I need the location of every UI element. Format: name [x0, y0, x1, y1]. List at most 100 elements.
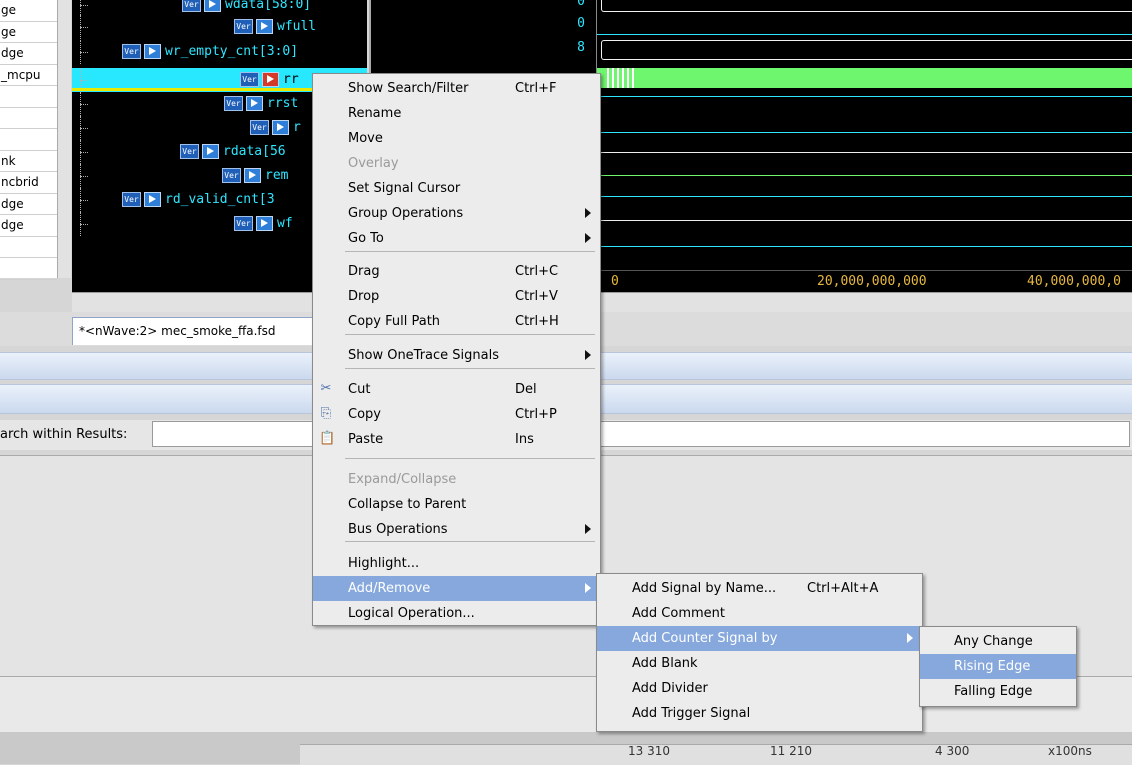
add-remove-submenu: Add Signal by Name... Ctrl+Alt+A Add Comme…	[596, 573, 923, 732]
instance-list-item[interactable]: ge	[0, 22, 57, 43]
context-menu-item[interactable]: Go To	[313, 226, 600, 251]
verilog-badge-icon: Ver	[222, 168, 241, 183]
submenu-arrow-icon	[585, 350, 591, 360]
context-menu-item[interactable]: Group Operations	[313, 201, 600, 226]
tree-line	[80, 152, 88, 153]
port-direction-icon	[244, 168, 261, 183]
submenu-arrow-icon	[907, 633, 913, 643]
context-menu-item[interactable]: Move	[313, 126, 600, 151]
signal-waveform	[597, 246, 1132, 247]
instance-list-item[interactable]	[0, 108, 57, 129]
signal-value: 0	[577, 16, 585, 31]
verilog-badge-icon: Ver	[234, 19, 253, 34]
context-menu-item[interactable]: Highlight...	[313, 551, 600, 576]
add-remove-menu-item[interactable]: Add Comment	[597, 601, 922, 626]
instance-list-item[interactable]: dge	[0, 194, 57, 215]
port-direction-icon	[246, 96, 263, 111]
menu-separator	[345, 251, 595, 252]
menu-item-label: Add Counter Signal by	[632, 631, 778, 646]
instance-list-item[interactable]	[0, 258, 57, 280]
port-direction-icon	[262, 72, 279, 87]
verilog-badge-icon: Ver	[234, 216, 253, 231]
add-remove-menu-item[interactable]: Add Signal by Name... Ctrl+Alt+A	[597, 576, 922, 601]
menu-item-label: Highlight...	[348, 556, 420, 571]
menu-item-label: Add Comment	[632, 606, 725, 621]
signal-value: 8	[577, 40, 585, 55]
signal-entry: Ver wf	[234, 216, 293, 231]
signal-entry: Ver wr_empty_cnt[3:0]	[122, 44, 298, 59]
instance-list-scrollbar[interactable]	[57, 0, 71, 278]
search-label: arch within Results:	[0, 427, 128, 442]
ruler-label: 20,000,000,000	[817, 274, 927, 289]
status-value: 11 210	[770, 744, 812, 758]
add-remove-menu-item[interactable]: Add Divider	[597, 676, 922, 701]
tab-nwave[interactable]: *<nWave:2> mec_smoke_ffa.fsd	[72, 317, 320, 345]
menu-item-label: Collapse to Parent	[348, 497, 467, 512]
signal-waveform	[597, 132, 1132, 133]
menu-item-label: Cut	[348, 382, 371, 397]
copy-icon: ⎘	[320, 406, 332, 421]
context-menu-item[interactable]: 📋 Paste Ins	[313, 427, 600, 452]
signal-entry: Ver rdata[56	[180, 144, 286, 159]
context-menu-item[interactable]: ⎘ Copy Ctrl+P	[313, 402, 600, 427]
status-value: 13 310	[628, 744, 670, 758]
instance-list-item[interactable]: ncbrid	[0, 172, 57, 194]
status-value: 4 300	[935, 744, 970, 758]
signal-name: rdata[56	[223, 144, 286, 159]
context-menu-item[interactable]: Copy Full Path Ctrl+H	[313, 309, 600, 334]
menu-item-label: Copy	[348, 407, 381, 422]
context-menu-item[interactable]: Rename	[313, 101, 600, 126]
menu-item-label: Paste	[348, 432, 384, 447]
search-input[interactable]	[152, 421, 1130, 447]
menu-item-label: Rising Edge	[954, 659, 1031, 674]
context-menu-item[interactable]: Drag Ctrl+C	[313, 259, 600, 284]
instance-list-item[interactable]: nk	[0, 151, 57, 172]
signal-entry: Ver rr	[240, 72, 299, 87]
signal-row[interactable]: Ver wfull	[72, 15, 367, 39]
menu-item-shortcut: Ctrl+H	[515, 314, 559, 329]
menu-item-label: Logical Operation...	[348, 606, 475, 621]
add-remove-menu-item[interactable]: Add Counter Signal by	[597, 626, 922, 651]
context-menu-item[interactable]: Add/Remove	[313, 576, 600, 601]
add-remove-menu-item[interactable]: Add Blank	[597, 651, 922, 676]
verilog-badge-icon: Ver	[240, 72, 259, 87]
instance-list-item[interactable]	[0, 129, 57, 151]
waveform-pane[interactable]: 0 20,000,000,000 40,000,000,0	[596, 0, 1132, 293]
signal-value: 0	[577, 0, 585, 9]
counter-menu-item[interactable]: Falling Edge	[920, 679, 1076, 704]
context-menu-item[interactable]: Logical Operation...	[313, 601, 600, 626]
menu-item-label: Show Search/Filter	[348, 81, 469, 96]
signal-waveform	[597, 152, 1132, 153]
menu-item-label: Overlay	[348, 156, 399, 171]
menu-item-label: Expand/Collapse	[348, 472, 457, 487]
instance-list-item[interactable]: ge	[0, 0, 57, 22]
verilog-badge-icon: Ver	[250, 120, 269, 135]
context-menu-item[interactable]: Set Signal Cursor	[313, 176, 600, 201]
verilog-badge-icon: Ver	[122, 44, 141, 59]
context-menu-item[interactable]: Collapse to Parent	[313, 492, 600, 517]
context-menu-item: Overlay	[313, 151, 600, 176]
signal-row[interactable]: Ver wr_empty_cnt[3:0]	[72, 40, 367, 64]
port-direction-icon	[144, 44, 161, 59]
counter-menu-item[interactable]: Rising Edge	[920, 654, 1076, 679]
instance-list-item[interactable]	[0, 86, 57, 108]
instance-list-item[interactable]: dge	[0, 43, 57, 65]
context-menu-item[interactable]: Show Search/Filter Ctrl+F	[313, 76, 600, 101]
context-menu: Show Search/Filter Ctrl+F Rename Move Overla…	[312, 73, 601, 626]
submenu-arrow-icon	[585, 583, 591, 593]
tree-line	[80, 104, 88, 105]
context-menu-item[interactable]: ✂ Cut Del	[313, 377, 600, 402]
menu-separator	[345, 458, 595, 459]
signal-entry: Ver wfull	[234, 19, 316, 34]
context-menu-item[interactable]: Drop Ctrl+V	[313, 284, 600, 309]
status-value: x100ns	[1048, 744, 1092, 758]
port-direction-icon	[256, 216, 273, 231]
instance-list-item[interactable]: _mcpu	[0, 65, 57, 86]
waveform-scrollbar[interactable]	[596, 292, 1132, 313]
context-menu-item[interactable]: Show OneTrace Signals	[313, 343, 600, 368]
add-remove-menu-item[interactable]: Add Trigger Signal	[597, 701, 922, 726]
instance-list-item[interactable]	[0, 237, 57, 258]
counter-menu-item[interactable]: Any Change	[920, 629, 1076, 654]
context-menu-item[interactable]: Bus Operations	[313, 517, 600, 542]
instance-list-item[interactable]: dge	[0, 215, 57, 237]
